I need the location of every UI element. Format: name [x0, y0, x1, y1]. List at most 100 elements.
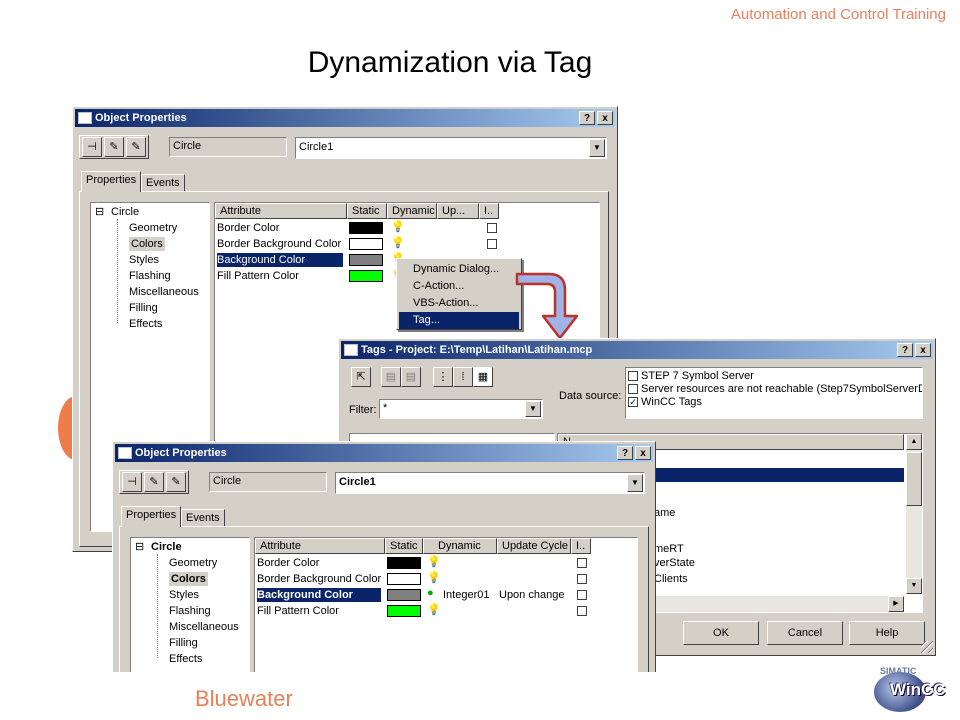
pin-icon[interactable]: ⊣ — [122, 472, 142, 492]
static-color-swatch[interactable] — [349, 254, 383, 266]
help-button[interactable]: Help — [849, 621, 925, 645]
tab-events[interactable]: Events — [141, 174, 185, 192]
tree-item-effects[interactable]: Effects — [169, 652, 202, 666]
details-view-icon[interactable]: ▦ — [473, 367, 493, 387]
static-color-swatch[interactable] — [387, 605, 421, 617]
ok-button[interactable]: OK — [683, 621, 759, 645]
data-source-checkbox[interactable] — [628, 384, 638, 394]
row-attribute[interactable]: Border Color — [217, 221, 279, 235]
column-header-update-cycle[interactable]: Update Cycle — [497, 538, 571, 554]
scrollbar-thumb[interactable] — [906, 452, 922, 506]
menu-item-tag[interactable]: Tag... — [399, 312, 519, 329]
tree-root[interactable]: Circle — [111, 205, 139, 219]
tab-properties[interactable]: Properties — [81, 171, 142, 192]
tree-item-geometry[interactable]: Geometry — [129, 221, 177, 235]
static-color-swatch[interactable] — [387, 573, 421, 585]
column-header-indirect[interactable]: I.. — [479, 203, 499, 219]
edit-tag-icon[interactable]: ▤ — [401, 367, 421, 387]
vertical-scrollbar[interactable]: ▲ ▼ — [906, 434, 922, 594]
tree-item-filling[interactable]: Filling — [129, 301, 158, 315]
data-source-checkbox[interactable] — [628, 371, 638, 381]
row-attribute[interactable]: Border Background Color — [257, 572, 381, 586]
scroll-up-icon[interactable]: ▲ — [906, 434, 922, 450]
help-button[interactable]: ? — [579, 111, 595, 125]
close-button[interactable]: x — [597, 111, 613, 125]
up-folder-icon[interactable]: ⇱ — [351, 367, 371, 387]
row-attribute[interactable]: Border Color — [257, 556, 319, 570]
copy-pipette-icon[interactable]: ✎ — [144, 472, 164, 492]
static-color-swatch[interactable] — [349, 270, 383, 282]
tab-events[interactable]: Events — [181, 509, 225, 527]
menu-item-dynamic-dialog[interactable]: Dynamic Dialog... — [399, 261, 519, 278]
resize-grip-icon[interactable] — [921, 641, 933, 653]
lightbulb-icon[interactable]: 💡 — [391, 236, 405, 250]
static-color-swatch[interactable] — [387, 589, 421, 601]
lightbulb-icon[interactable]: 💡 — [391, 220, 405, 234]
paste-pipette-icon[interactable]: ✎ — [126, 137, 146, 157]
tree-item-colors[interactable]: Colors — [169, 572, 208, 586]
menu-item-c-action[interactable]: C-Action... — [399, 278, 519, 295]
tree-item-miscellaneous[interactable]: Miscellaneous — [129, 285, 199, 299]
lightbulb-icon[interactable]: 💡 — [427, 571, 441, 585]
lightbulb-icon[interactable]: 💡 — [427, 603, 441, 617]
paste-pipette-icon[interactable]: ✎ — [166, 472, 186, 492]
new-tag-icon[interactable]: ▤ — [381, 367, 401, 387]
tree-item-flashing[interactable]: Flashing — [169, 604, 211, 618]
column-header-dynamic[interactable]: Dynamic — [423, 538, 497, 554]
list-item[interactable]: meRT — [654, 542, 684, 556]
chevron-down-icon[interactable]: ▼ — [589, 139, 605, 157]
list-view-icon[interactable]: ⁞ — [453, 367, 473, 387]
indirect-checkbox[interactable] — [487, 239, 497, 249]
tree-expander-icon[interactable]: ⊟ — [135, 540, 144, 554]
indirect-checkbox[interactable] — [577, 606, 587, 616]
title-bar[interactable]: Tags - Project: E:\Temp\Latihan\Latihan.… — [341, 341, 933, 359]
tree-item-filling[interactable]: Filling — [169, 636, 198, 650]
cancel-button[interactable]: Cancel — [767, 621, 843, 645]
dynamic-tag-value[interactable]: Integer01 — [443, 588, 489, 602]
column-header-update[interactable]: Up... — [437, 203, 479, 219]
indirect-checkbox[interactable] — [577, 558, 587, 568]
static-color-swatch[interactable] — [349, 222, 383, 234]
list-item[interactable]: verState — [654, 556, 695, 570]
list-item[interactable]: Clients — [654, 572, 688, 586]
column-header-indirect[interactable]: I.. — [571, 538, 591, 554]
filter-input[interactable]: * ▼ — [379, 399, 543, 419]
column-header-dynamic[interactable]: Dynamic — [387, 203, 437, 219]
column-header-static[interactable]: Static — [385, 538, 423, 554]
tree-item-styles[interactable]: Styles — [169, 588, 199, 602]
tab-properties[interactable]: Properties — [121, 506, 182, 527]
static-color-swatch[interactable] — [349, 238, 383, 250]
tree-item-styles[interactable]: Styles — [129, 253, 159, 267]
row-attribute[interactable]: Border Background Color — [217, 237, 341, 251]
object-select[interactable]: Circle1 ▼ — [295, 137, 607, 159]
tree-item-miscellaneous[interactable]: Miscellaneous — [169, 620, 239, 634]
title-bar[interactable]: Object Properties ? x — [115, 444, 653, 462]
scroll-down-icon[interactable]: ▼ — [906, 578, 922, 594]
row-attribute[interactable]: Fill Pattern Color — [217, 269, 299, 283]
tree-root[interactable]: Circle — [151, 540, 182, 554]
tree-view-icon[interactable]: ⋮ — [433, 367, 453, 387]
row-attribute[interactable]: Fill Pattern Color — [257, 604, 339, 618]
data-source-checkbox-checked[interactable]: ✓ — [628, 397, 638, 407]
indirect-checkbox[interactable] — [577, 574, 587, 584]
column-header-static[interactable]: Static — [347, 203, 387, 219]
list-item[interactable]: ame — [654, 506, 675, 520]
row-attribute-selected[interactable]: Background Color — [257, 588, 381, 602]
title-bar[interactable]: Object Properties ? x — [75, 109, 615, 127]
indirect-checkbox[interactable] — [577, 590, 587, 600]
tree-item-colors[interactable]: Colors — [129, 237, 165, 251]
update-cycle-value[interactable]: Upon change — [499, 588, 564, 602]
tree-expander-icon[interactable]: ⊟ — [95, 205, 104, 219]
chevron-down-icon[interactable]: ▼ — [627, 474, 643, 492]
lightbulb-green-icon[interactable]: ● — [427, 587, 439, 601]
row-attribute-selected[interactable]: Background Color — [217, 253, 343, 267]
column-header-attribute[interactable]: Attribute — [255, 538, 385, 554]
tree-item-flashing[interactable]: Flashing — [129, 269, 171, 283]
pin-icon[interactable]: ⊣ — [82, 137, 102, 157]
scroll-right-icon[interactable]: ▶ — [888, 596, 904, 612]
tree-item-effects[interactable]: Effects — [129, 317, 162, 331]
menu-item-vbs-action[interactable]: VBS-Action... — [399, 295, 519, 312]
tree-item-geometry[interactable]: Geometry — [169, 556, 217, 570]
static-color-swatch[interactable] — [387, 557, 421, 569]
chevron-down-icon[interactable]: ▼ — [525, 401, 541, 417]
